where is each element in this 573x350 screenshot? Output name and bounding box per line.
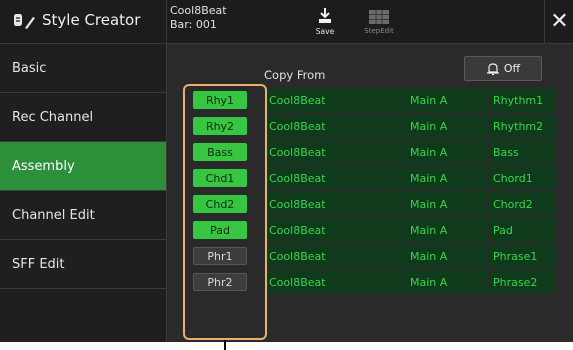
page-title: Style Creator [42, 11, 141, 29]
callout-pointer [224, 340, 226, 350]
section-cell[interactable]: Main A [406, 192, 488, 216]
section-cell[interactable]: Main A [406, 88, 488, 112]
style-cell[interactable]: Cool8Beat [265, 192, 405, 216]
sidebar-item-sff-edit[interactable]: SFF Edit [0, 240, 166, 289]
style-creator-icon [14, 14, 35, 29]
channel-buttons-highlight [183, 84, 267, 340]
style-cell[interactable]: Cool8Beat [265, 114, 405, 138]
stepedit-label: StepEdit [364, 27, 394, 35]
part-cell[interactable]: Pad [489, 218, 555, 242]
section-cell[interactable]: Main A [406, 166, 488, 190]
grid-icon [369, 10, 389, 24]
style-cell[interactable]: Cool8Beat [265, 218, 405, 242]
section-cell[interactable]: Main A [406, 140, 488, 164]
part-cell[interactable]: Rhythm1 [489, 88, 555, 112]
copy-from-header: Copy From [264, 68, 326, 82]
style-cell[interactable]: Cool8Beat [265, 244, 405, 268]
part-cell[interactable]: Rhythm2 [489, 114, 555, 138]
sidebar-item-rec-channel[interactable]: Rec Channel [0, 93, 166, 142]
part-cell[interactable]: Phrase1 [489, 244, 555, 268]
bell-icon [486, 62, 499, 75]
bar-position: Bar: 001 [170, 18, 217, 31]
sidebar-item-label: Channel Edit [12, 207, 95, 223]
section-cell[interactable]: Main A [406, 114, 488, 138]
style-cell[interactable]: Cool8Beat [265, 166, 405, 190]
style-cell[interactable]: Cool8Beat [265, 88, 405, 112]
sidebar-item-assembly[interactable]: Assembly [0, 142, 166, 191]
part-cell[interactable]: Bass [489, 140, 555, 164]
sidebar: Basic Rec Channel Assembly Channel Edit … [0, 44, 167, 342]
style-cell[interactable]: Cool8Beat [265, 270, 405, 294]
header-bar: Style Creator Cool8Beat Bar: 001 Save St… [0, 0, 573, 44]
section-cell[interactable]: Main A [406, 270, 488, 294]
close-button[interactable]: ✕ [544, 0, 573, 43]
song-info: Cool8Beat Bar: 001 [170, 4, 227, 32]
save-label: Save [315, 27, 335, 36]
section-cell[interactable]: Main A [406, 218, 488, 242]
section-cell[interactable]: Main A [406, 244, 488, 268]
sidebar-item-basic[interactable]: Basic [0, 44, 166, 93]
style-cell[interactable]: Cool8Beat [265, 140, 405, 164]
off-button-label: Off [503, 62, 521, 75]
sidebar-item-label: Rec Channel [12, 109, 94, 125]
sidebar-item-label: SFF Edit [12, 256, 65, 272]
sidebar-item-label: Assembly [12, 158, 75, 174]
sidebar-item-channel-edit[interactable]: Channel Edit [0, 191, 166, 240]
style-creator-screen: Style Creator Cool8Beat Bar: 001 Save St… [0, 0, 573, 342]
title-block: Style Creator [0, 0, 167, 43]
off-button[interactable]: Off [464, 56, 542, 81]
part-cell[interactable]: Chord1 [489, 166, 555, 190]
sidebar-item-label: Basic [12, 60, 47, 76]
part-cell[interactable]: Chord2 [489, 192, 555, 216]
close-icon: ✕ [550, 9, 569, 34]
song-name: Cool8Beat [170, 4, 227, 17]
part-cell[interactable]: Phrase2 [489, 270, 555, 294]
save-button[interactable]: Save [310, 8, 340, 40]
stepedit-button[interactable]: StepEdit [362, 8, 396, 40]
save-icon [319, 8, 331, 23]
